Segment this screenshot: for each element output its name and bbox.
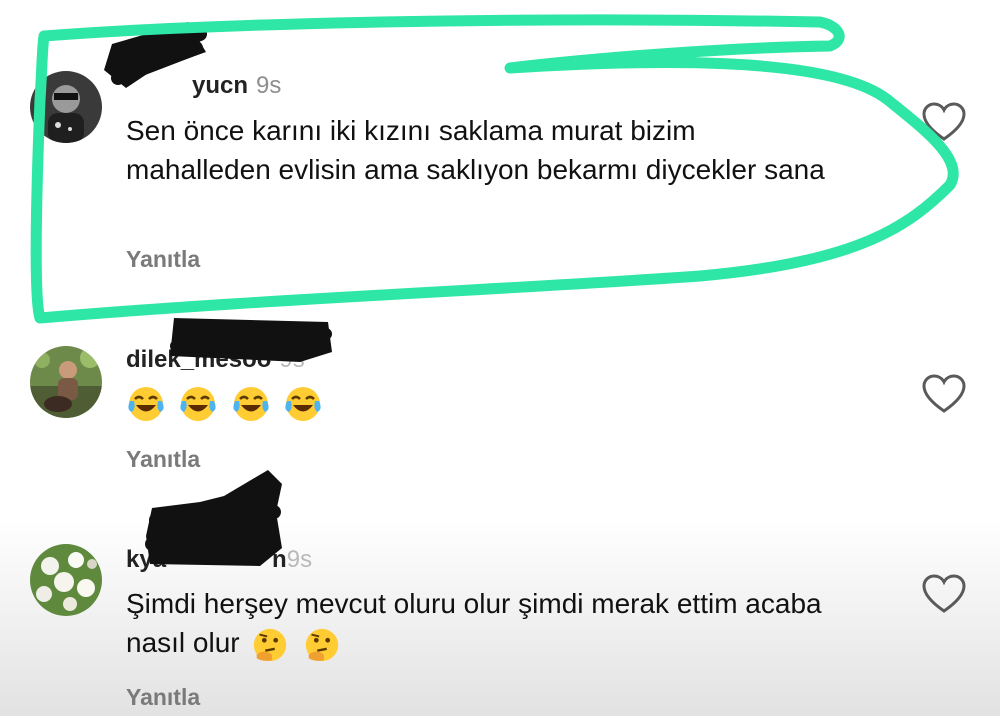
username-suffix: n (272, 546, 287, 573)
avatar[interactable] (30, 544, 102, 616)
timestamp: 9s (279, 346, 305, 373)
username[interactable]: dilek_mesoo (126, 346, 271, 373)
username[interactable]: kya (126, 546, 166, 573)
comment-meta: kya n9s (126, 546, 312, 574)
comment-text-body: Şimdi herşey mevcut oluru olur şimdi mer… (126, 588, 822, 658)
face-with-tears-of-joy-icon (285, 387, 321, 421)
username[interactable]: yucn (192, 72, 248, 99)
comment-text: Şimdi herşey mevcut oluru olur şimdi mer… (126, 584, 886, 664)
face-with-tears-of-joy-icon (233, 387, 269, 421)
like-heart-icon[interactable] (922, 102, 966, 142)
reply-button[interactable]: Yanıtla (126, 246, 200, 273)
emoji-row (126, 384, 323, 424)
comment-meta: yucn 9s (126, 72, 281, 100)
comment-meta: dilek_mesoo 9s (126, 346, 305, 374)
like-heart-icon[interactable] (922, 574, 966, 614)
reply-button[interactable]: Yanıtla (126, 446, 200, 473)
face-with-tears-of-joy-icon (128, 387, 164, 421)
avatar-outdoor-photo-icon (30, 346, 102, 418)
comment-text: Sen önce karını iki kızını saklama murat… (126, 115, 825, 185)
reply-button[interactable]: Yanıtla (126, 684, 200, 711)
thinking-face-icon (306, 628, 339, 661)
avatar-dark-photo-icon (30, 71, 102, 143)
thinking-face-icon (254, 628, 287, 661)
like-heart-icon[interactable] (922, 374, 966, 414)
avatar[interactable] (30, 71, 102, 143)
face-with-tears-of-joy-icon (180, 387, 217, 421)
timestamp: 9s (256, 72, 282, 99)
avatar-flowers-photo-icon (30, 544, 102, 616)
redaction-stroke-3 (145, 505, 281, 551)
timestamp: 9s (286, 546, 313, 573)
avatar[interactable] (30, 346, 102, 418)
